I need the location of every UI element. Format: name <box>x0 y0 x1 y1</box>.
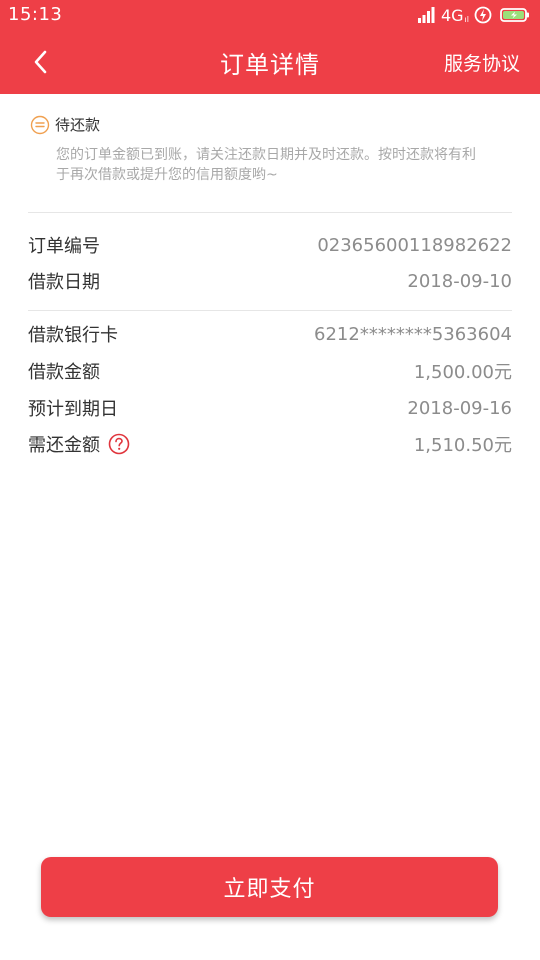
nav-bar: 订单详情 服务协议 <box>0 30 540 94</box>
help-icon[interactable] <box>108 433 130 455</box>
divider <box>28 310 512 311</box>
status-time: 15:13 <box>8 4 63 25</box>
divider <box>28 212 512 213</box>
order-status-row: 待还款 <box>28 114 512 135</box>
battery-icon <box>500 8 529 22</box>
network-sub: ıl <box>464 14 469 24</box>
bank-card-value: 6212********5363604 <box>314 323 512 345</box>
bank-card-label: 借款银行卡 <box>28 325 118 346</box>
status-bar: 15:13 4G ıl <box>0 0 540 30</box>
loan-date-value: 2018-09-10 <box>407 270 512 292</box>
service-agreement-link[interactable]: 服务协议 <box>444 49 520 76</box>
repay-amount-label-group: 需还金额 <box>28 431 130 457</box>
due-date-value: 2018-09-16 <box>407 397 512 419</box>
loan-amount-row: 借款金额 1,500.00元 <box>28 356 512 386</box>
loan-amount-label: 借款金额 <box>28 362 100 383</box>
order-status-description: 您的订单金额已到账，请关注还款日期并及时还款。按时还款将有利于再次借款或提升您的… <box>56 147 476 183</box>
network-type: 4G <box>440 5 464 25</box>
repay-amount-value: 1,510.50元 <box>413 435 512 456</box>
order-number-row: 订单编号 02365600118982622 <box>28 230 512 260</box>
due-date-row: 预计到期日 2018-09-16 <box>28 393 512 423</box>
loan-amount-value: 1,500.00元 <box>413 362 512 383</box>
repay-amount-label: 需还金额 <box>28 435 100 456</box>
pay-now-button[interactable]: 立即支付 <box>41 857 498 917</box>
data-activity-icon <box>474 6 492 24</box>
repay-amount-row: 需还金额 1,510.50元 <box>28 429 512 459</box>
order-number-value: 02365600118982622 <box>317 234 512 256</box>
status-indicators: 4G ıl <box>417 5 530 25</box>
order-status-section: 待还款 您的订单金额已到账，请关注还款日期并及时还款。按时还款将有利于再次借款或… <box>28 114 512 185</box>
loan-date-row: 借款日期 2018-09-10 <box>28 266 512 296</box>
signal-icon <box>417 7 435 23</box>
order-status-label: 待还款 <box>55 116 101 134</box>
pending-icon <box>30 115 50 134</box>
order-number-label: 订单编号 <box>28 236 100 257</box>
loan-date-label: 借款日期 <box>28 272 100 293</box>
due-date-label: 预计到期日 <box>28 399 118 420</box>
bank-card-row: 借款银行卡 6212********5363604 <box>28 319 512 349</box>
